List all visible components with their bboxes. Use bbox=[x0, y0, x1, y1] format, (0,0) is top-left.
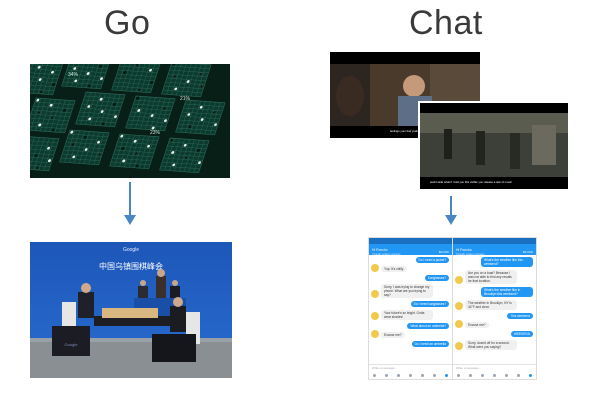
camera-icon[interactable] bbox=[373, 374, 376, 377]
bot-avatar bbox=[371, 290, 379, 298]
like-icon[interactable] bbox=[529, 374, 532, 377]
sent-message-bubble: Do I need a jacket? bbox=[415, 257, 449, 263]
received-message-bubble: Your future's so bright. Gotta wear shad… bbox=[381, 310, 433, 320]
chat-title: Hi Poncho bbox=[456, 248, 472, 252]
chat-title: Hi Poncho bbox=[372, 248, 388, 252]
chat-phone-screenshot: Hi Poncho Typically replies in minutes B… bbox=[452, 237, 537, 380]
block-button[interactable]: BLOCK bbox=[439, 250, 449, 254]
move-probability-label: 34% bbox=[68, 72, 79, 78]
bot-avatar bbox=[371, 330, 379, 338]
received-message-bubble: Sorry, I was trying to change my phone. … bbox=[381, 284, 433, 298]
table-logo-text: Google bbox=[65, 342, 79, 347]
received-message-bubble: Yup. It's chilly. bbox=[381, 266, 407, 272]
go-arrow-down bbox=[124, 182, 136, 225]
movie-frame-illustration: world wide what if i told you this visib… bbox=[420, 103, 568, 189]
received-message-bubble: The weather in Brooklyn, NY is 44°F and … bbox=[465, 300, 517, 310]
sent-message-bubble: What about an umbrella? bbox=[407, 323, 449, 329]
sent-message-bubble: Do I need sunglasses? bbox=[410, 301, 449, 307]
chat-message-list: What's the weather like this weekend? Are… bbox=[453, 255, 536, 365]
gallery-icon[interactable] bbox=[385, 374, 388, 377]
go-boards-illustration: 34% 21% 23% bbox=[30, 64, 230, 178]
go-match-photo: 中国乌镇围棋峰会 Google Google bbox=[30, 242, 232, 378]
sent-message-bubble: Sunglasses? bbox=[424, 275, 449, 281]
sent-message-bubble: What's the weather like this weekend? bbox=[481, 257, 533, 267]
received-message-bubble: Excuse me? bbox=[465, 322, 489, 328]
movie-frame: world wide what if i told you this visib… bbox=[420, 103, 568, 189]
received-message-bubble: Are you on a boat? Because I was not abl… bbox=[465, 270, 517, 284]
sent-message-bubble: Do I need an umbrella bbox=[411, 341, 449, 347]
go-heading: Go bbox=[104, 4, 151, 42]
chat-arrow-down bbox=[445, 196, 457, 225]
bot-avatar bbox=[455, 342, 463, 350]
bot-avatar bbox=[455, 302, 463, 310]
received-message-bubble: Sorry, dozed off for a second. What were… bbox=[465, 340, 517, 350]
message-input[interactable]: Write a message... bbox=[456, 366, 481, 370]
sticker-icon[interactable] bbox=[397, 374, 400, 377]
chat-header: Hi Poncho Typically replies in minutes B… bbox=[369, 244, 452, 256]
move-probability-label: 23% bbox=[150, 130, 161, 136]
gallery-icon[interactable] bbox=[469, 374, 472, 377]
chat-message-list: Do I need a jacket? Yup. It's chilly. Sung… bbox=[369, 255, 452, 365]
message-input-bar[interactable]: Write a message... bbox=[453, 364, 536, 379]
bot-avatar bbox=[455, 320, 463, 328]
mic-icon[interactable] bbox=[505, 374, 508, 377]
move-probability-label: 21% bbox=[180, 96, 191, 102]
mic-icon[interactable] bbox=[421, 374, 424, 377]
sticker-icon[interactable] bbox=[481, 374, 484, 377]
bot-avatar bbox=[371, 264, 379, 272]
gif-icon[interactable] bbox=[409, 374, 412, 377]
location-icon[interactable] bbox=[433, 374, 436, 377]
go-boards-image: 34% 21% 23% bbox=[30, 64, 230, 178]
summit-banner-text: 中国乌镇围棋峰会 bbox=[99, 261, 163, 271]
movie-subtitle: world wide what if i told you this visib… bbox=[430, 180, 513, 184]
block-button[interactable]: BLOCK bbox=[523, 250, 533, 254]
chat-heading: Chat bbox=[409, 4, 483, 42]
message-input[interactable]: Write a message... bbox=[372, 366, 397, 370]
sent-message-bubble: This weekend bbox=[507, 313, 533, 319]
chat-header: Hi Poncho Typically replies in minutes B… bbox=[453, 244, 536, 256]
gif-icon[interactable] bbox=[493, 374, 496, 377]
go-match-illustration: 中国乌镇围棋峰会 Google Google bbox=[30, 242, 232, 378]
message-input-bar[interactable]: Write a message... bbox=[369, 364, 452, 379]
sent-message-bubble: What's the weather like in Brooklyn this… bbox=[481, 287, 533, 297]
sent-message-bubble: WEEKEND bbox=[510, 331, 533, 337]
received-message-bubble: Excuse me? bbox=[381, 332, 405, 338]
camera-icon[interactable] bbox=[457, 374, 460, 377]
bot-avatar bbox=[371, 312, 379, 320]
google-logo-text: Google bbox=[123, 247, 139, 253]
like-icon[interactable] bbox=[445, 374, 448, 377]
bot-avatar bbox=[455, 276, 463, 284]
location-icon[interactable] bbox=[517, 374, 520, 377]
chat-phone-screenshot: Hi Poncho Typically replies in minutes B… bbox=[368, 237, 453, 380]
